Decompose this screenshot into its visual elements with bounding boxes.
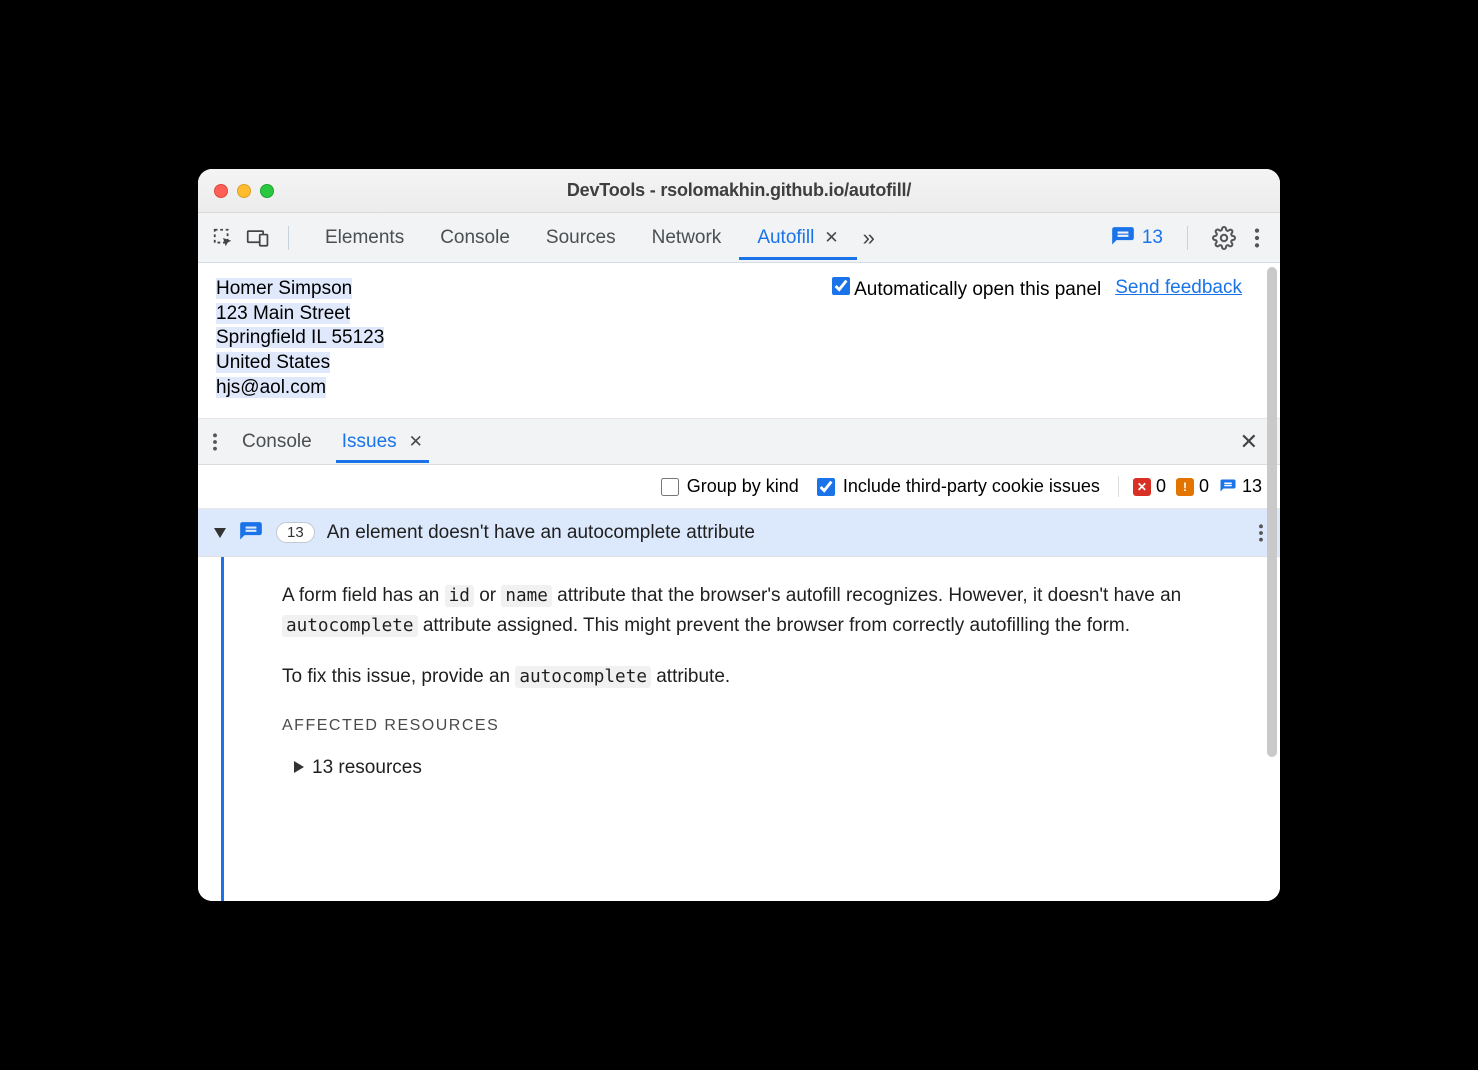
minimize-window-button[interactable] xyxy=(237,184,251,198)
issue-description-1: A form field has an id or name attribute… xyxy=(282,581,1240,640)
third-party-cookie-label: Include third-party cookie issues xyxy=(843,476,1100,497)
inspect-element-icon[interactable] xyxy=(212,227,234,249)
third-party-cookie-checkbox[interactable]: Include third-party cookie issues xyxy=(817,476,1100,497)
tab-autofill-label: Autofill xyxy=(757,227,814,249)
more-icon[interactable] xyxy=(1254,227,1260,249)
panel-scroller: Homer Simpson 123 Main Street Springfiel… xyxy=(198,263,1280,901)
tab-console[interactable]: Console xyxy=(422,215,528,260)
drawer-tab-issues[interactable]: Issues ✕ xyxy=(336,420,429,463)
close-tab-icon[interactable]: ✕ xyxy=(824,228,838,248)
auto-open-panel-label: Automatically open this panel xyxy=(854,279,1101,300)
error-icon: ✕ xyxy=(1133,478,1151,496)
affected-resources-label: 13 resources xyxy=(312,753,422,782)
expand-right-icon xyxy=(294,761,304,773)
tab-sources[interactable]: Sources xyxy=(528,215,634,260)
tab-elements[interactable]: Elements xyxy=(307,215,422,260)
chat-icon xyxy=(1110,225,1136,251)
group-by-kind-checkbox-input[interactable] xyxy=(661,478,679,496)
drawer-tabs: Console Issues ✕ ✕ xyxy=(198,419,1280,465)
warning-icon: ! xyxy=(1176,478,1194,496)
issue-row[interactable]: 13 An element doesn't have an autocomple… xyxy=(198,509,1280,557)
profile-line: hjs@aol.com xyxy=(216,377,326,398)
issue-gutter xyxy=(198,557,246,901)
affected-resources-toggle[interactable]: 13 resources xyxy=(282,753,1240,782)
issues-filter-bar: Group by kind Include third-party cookie… xyxy=(198,465,1280,509)
close-window-button[interactable] xyxy=(214,184,228,198)
profile-line: Homer Simpson xyxy=(216,278,352,299)
devtools-window: DevTools - rsolomakhin.github.io/autofil… xyxy=(198,169,1280,901)
expand-toggle-icon[interactable] xyxy=(214,528,226,538)
issue-count-pill: 13 xyxy=(276,522,315,543)
warning-count: 0 xyxy=(1199,476,1209,497)
drawer-tab-issues-label: Issues xyxy=(342,431,397,453)
issues-badge-count: 13 xyxy=(1142,227,1163,249)
settings-gear-icon[interactable] xyxy=(1212,226,1236,250)
autofill-profile: Homer Simpson 123 Main Street Springfiel… xyxy=(216,277,384,400)
info-count: 13 xyxy=(1242,476,1262,497)
severity-errors[interactable]: ✕ 0 xyxy=(1133,476,1166,497)
tab-network[interactable]: Network xyxy=(634,215,740,260)
profile-line: United States xyxy=(216,352,330,373)
drawer-more-icon[interactable] xyxy=(212,432,218,452)
send-feedback-link[interactable]: Send feedback xyxy=(1115,277,1242,299)
third-party-cookie-checkbox-input[interactable] xyxy=(817,478,835,496)
group-by-kind-checkbox[interactable]: Group by kind xyxy=(661,476,799,497)
issue-body-wrap: A form field has an id or name attribute… xyxy=(198,557,1280,901)
zoom-window-button[interactable] xyxy=(260,184,274,198)
issue-title: An element doesn't have an autocomplete … xyxy=(327,522,755,544)
main-tabs: Elements Console Sources Network Autofil… xyxy=(307,215,870,260)
titlebar: DevTools - rsolomakhin.github.io/autofil… xyxy=(198,169,1280,213)
toolbar-divider xyxy=(1187,226,1188,250)
issue-body: A form field has an id or name attribute… xyxy=(246,557,1280,901)
affected-resources-heading: AFFECTED RESOURCES xyxy=(282,714,1240,739)
auto-open-panel-checkbox-input[interactable] xyxy=(832,277,850,295)
scrollbar[interactable] xyxy=(1267,267,1277,757)
severity-info[interactable]: 13 xyxy=(1219,476,1262,497)
drawer-tab-console[interactable]: Console xyxy=(236,420,318,463)
issue-more-icon[interactable] xyxy=(1258,523,1264,543)
severity-warnings[interactable]: ! 0 xyxy=(1176,476,1209,497)
chat-icon xyxy=(238,520,264,546)
group-by-kind-label: Group by kind xyxy=(687,476,799,497)
traffic-lights xyxy=(214,184,274,198)
profile-line: 123 Main Street xyxy=(216,303,350,324)
close-drawer-icon[interactable]: ✕ xyxy=(1240,429,1266,455)
more-tabs-icon[interactable]: » xyxy=(863,225,870,251)
tab-autofill[interactable]: Autofill ✕ xyxy=(739,215,856,260)
autofill-panel: Homer Simpson 123 Main Street Springfiel… xyxy=(198,263,1280,419)
main-toolbar: Elements Console Sources Network Autofil… xyxy=(198,213,1280,263)
issues-toolbar-badge[interactable]: 13 xyxy=(1110,225,1163,251)
error-count: 0 xyxy=(1156,476,1166,497)
issue-description-2: To fix this issue, provide an autocomple… xyxy=(282,662,1240,691)
window-title: DevTools - rsolomakhin.github.io/autofil… xyxy=(567,180,911,201)
issue-indicator-bar xyxy=(221,557,224,901)
info-chat-icon xyxy=(1219,478,1237,496)
profile-line: Springfield IL 55123 xyxy=(216,327,384,348)
device-toggle-icon[interactable] xyxy=(246,228,270,248)
severity-badges: ✕ 0 ! 0 13 xyxy=(1118,476,1262,497)
close-drawer-tab-icon[interactable]: ✕ xyxy=(409,432,423,452)
toolbar-divider xyxy=(288,226,289,250)
auto-open-panel-checkbox[interactable]: Automatically open this panel xyxy=(832,277,1101,301)
